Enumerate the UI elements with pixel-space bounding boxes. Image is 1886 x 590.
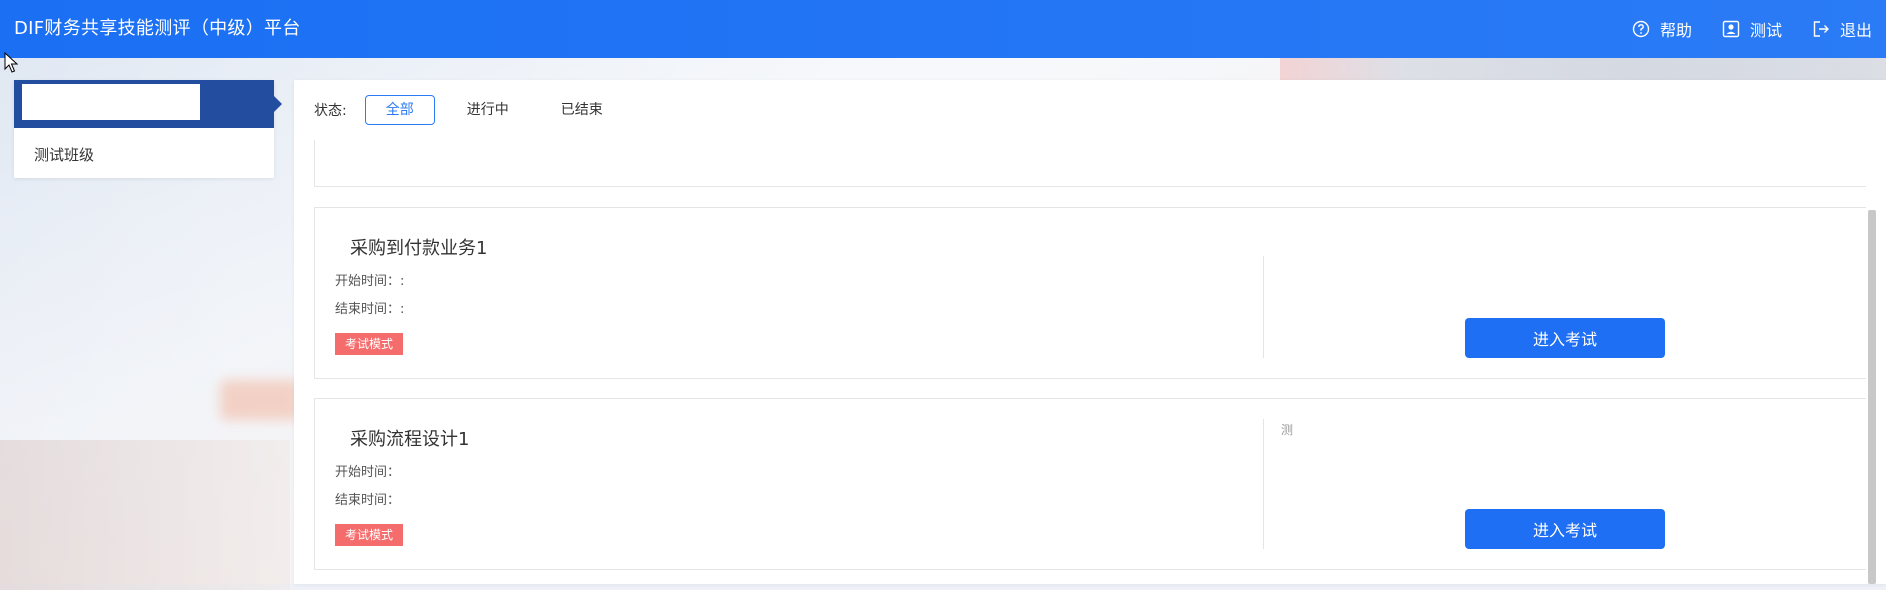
exam-list-panel: 状态: 全部 进行中 已结束 采购到付款业务1 开始时间：: 结束时间：: 考试…	[294, 80, 1886, 584]
background-decoration	[0, 440, 290, 590]
user-label: 测试	[1749, 21, 1782, 40]
filter-all[interactable]: 全部	[364, 95, 435, 125]
sidebar-item-test-class[interactable]: 测试班级	[34, 144, 94, 165]
logout-icon	[1813, 21, 1829, 37]
user-icon	[1722, 20, 1740, 38]
help-button[interactable]: 帮助	[1632, 17, 1692, 41]
exam-mode-badge: 考试模式	[335, 333, 404, 355]
exam-card-partial	[314, 140, 1868, 187]
background-decoration	[1280, 58, 1886, 80]
filter-ended[interactable]: 已结束	[541, 96, 623, 124]
enter-exam-button[interactable]: 进入考试	[1465, 509, 1665, 549]
card-divider	[1263, 256, 1264, 358]
exam-mode-badge: 考试模式	[335, 524, 404, 546]
end-time: 结束时间：	[335, 493, 401, 508]
background-decoration	[220, 380, 300, 420]
status-filter-label: 状态:	[314, 103, 347, 119]
exam-title: 采购流程设计1	[350, 429, 470, 450]
exam-note: 测	[1281, 423, 1294, 437]
exam-title: 采购到付款业务1	[350, 238, 488, 259]
enter-exam-button[interactable]: 进入考试	[1465, 318, 1665, 358]
top-header: DIF财务共享技能测评（中级）平台 帮助 测试 退出	[0, 0, 1886, 58]
end-time: 结束时间：:	[335, 302, 405, 317]
user-button[interactable]: 测试	[1722, 17, 1782, 41]
scrollbar-thumb[interactable]	[1868, 210, 1876, 584]
card-divider	[1263, 419, 1264, 549]
help-label: 帮助	[1659, 21, 1692, 40]
app-title: DIF财务共享技能测评（中级）平台	[14, 18, 301, 39]
exam-card: 采购到付款业务1 开始时间：: 结束时间：: 考试模式 进入考试	[314, 207, 1868, 379]
filter-in-progress[interactable]: 进行中	[447, 96, 529, 124]
start-time: 开始时间：	[335, 465, 401, 480]
logout-button[interactable]: 退出	[1812, 17, 1872, 41]
exam-card: 采购流程设计1 开始时间： 结束时间： 考试模式 测 进入考试	[314, 398, 1868, 570]
mouse-cursor-icon	[4, 52, 19, 73]
sidebar-selected-box	[22, 84, 200, 120]
logout-label: 退出	[1839, 21, 1872, 40]
help-icon	[1632, 20, 1650, 38]
selected-arrow-icon	[274, 96, 282, 112]
class-sidebar: 测试班级	[14, 80, 282, 178]
header-actions: 帮助 测试 退出	[1632, 0, 1872, 58]
status-filter: 状态: 全部 进行中 已结束	[314, 95, 635, 125]
start-time: 开始时间：:	[335, 274, 405, 289]
sidebar-selected-item[interactable]	[14, 80, 282, 128]
